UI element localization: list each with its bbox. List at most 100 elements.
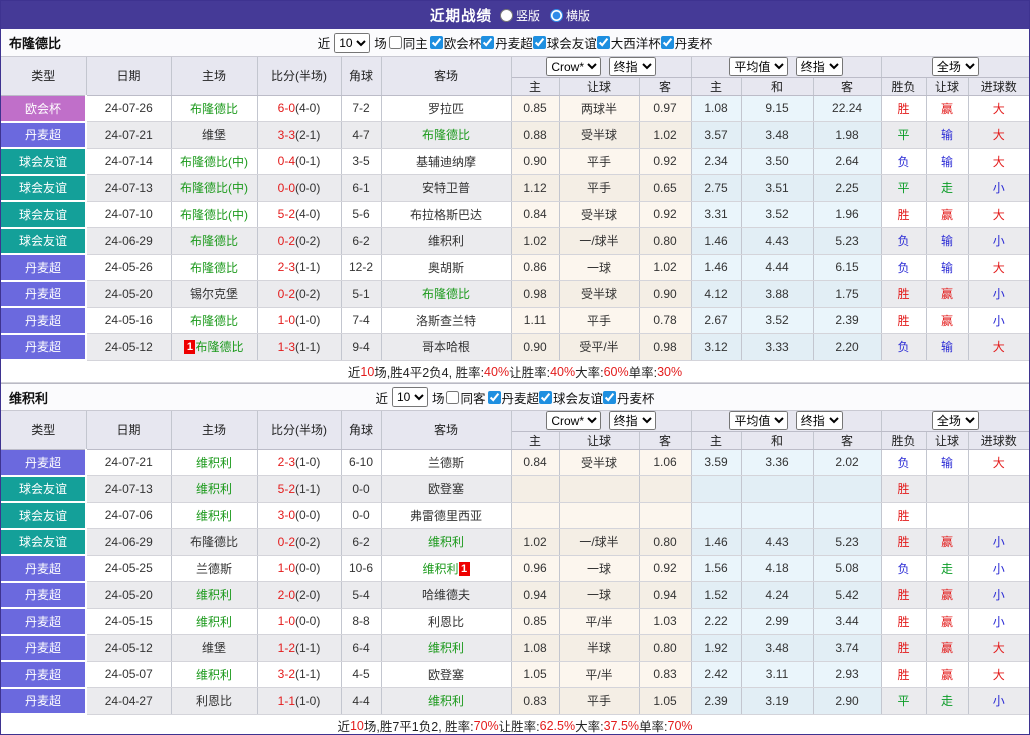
- avg-home-odds: 1.56: [691, 555, 742, 582]
- corner-score: 9-4: [341, 333, 382, 361]
- result-outcome: 胜: [881, 280, 927, 308]
- match-row: 丹麦超 24-05-26 布隆德比 2-3(1-1) 12-2 奥胡斯 0.86 一球 1.02…: [1, 254, 1029, 282]
- away-team: 弗雷德里西亚: [381, 502, 512, 529]
- match-date: 24-06-29: [86, 528, 172, 556]
- subheader-avg-draw: 和: [741, 77, 814, 96]
- recent-label: 近: [375, 391, 388, 406]
- result-goals: 小: [968, 227, 1029, 255]
- team-name-text: 基辅迪纳摩: [415, 154, 476, 169]
- handicap-line: 一球: [559, 555, 640, 582]
- match-date: 24-05-25: [86, 555, 172, 582]
- league-filter[interactable]: 欧会杯: [429, 33, 481, 52]
- team-name-text: 兰德斯: [427, 455, 464, 470]
- handicap-line: 受半球: [559, 449, 640, 476]
- vertical-layout-radio[interactable]: [499, 8, 513, 22]
- home-team: 锡尔克堡: [171, 280, 258, 308]
- handicap-home-odds: 1.02: [511, 528, 560, 556]
- result-goals: 大: [968, 661, 1029, 688]
- result-goals: 大: [968, 634, 1029, 662]
- layout-radio-horizontal: 横版: [550, 7, 590, 24]
- result-goals: 小: [968, 555, 1029, 582]
- match-date: 24-07-06: [86, 502, 172, 529]
- average-endindex-select[interactable]: 终指: [795, 57, 843, 76]
- handicap-company-select[interactable]: Crow*: [546, 57, 602, 76]
- avg-away-odds: 2.90: [813, 687, 882, 715]
- match-count-select[interactable]: 10: [334, 32, 371, 53]
- handicap-away-odds: [639, 475, 692, 503]
- away-team: 洛斯查兰特: [381, 307, 512, 334]
- league-filter[interactable]: 大西洋杯: [596, 33, 661, 52]
- same-venue-filter[interactable]: 同客: [446, 388, 486, 407]
- team-name-text: 利恩比: [427, 614, 464, 629]
- league-filter[interactable]: 丹麦超: [481, 33, 533, 52]
- halftime-score: (1-1): [295, 640, 321, 655]
- handicap-home-odds: 1.02: [511, 227, 560, 255]
- league-checkbox[interactable]: [660, 36, 674, 49]
- average-endindex-select[interactable]: 终指: [795, 411, 843, 430]
- fulltime-score: 1-1: [277, 693, 295, 708]
- league-filter[interactable]: 球会友谊: [539, 388, 603, 407]
- avg-home-odds: 1.52: [691, 581, 742, 609]
- league-filter[interactable]: 丹麦杯: [603, 388, 655, 407]
- handicap-line: 受半球: [559, 201, 640, 228]
- avg-draw-odds: 9.15: [741, 95, 814, 122]
- team-name-text: 维积利: [195, 588, 232, 603]
- col-header-corner: 角球: [341, 411, 382, 450]
- league-checkbox[interactable]: [603, 390, 617, 404]
- corner-score: 4-7: [341, 121, 382, 149]
- halftime-score: (0-0): [295, 180, 321, 195]
- league-filter[interactable]: 丹麦杯: [660, 33, 712, 52]
- average-select[interactable]: 平均值: [729, 57, 789, 76]
- avg-home-odds: 3.57: [691, 121, 742, 149]
- league-checkbox[interactable]: [487, 390, 501, 404]
- halftime-score: (0-2): [295, 286, 321, 301]
- league-filter[interactable]: 球会友谊: [532, 33, 597, 52]
- handicap-endindex-select[interactable]: 终指: [608, 57, 656, 76]
- handicap-away-odds: 1.05: [639, 687, 692, 715]
- result-handicap: 赢: [926, 608, 969, 635]
- match-score: 5-2(4-0): [257, 201, 342, 228]
- league-checkbox[interactable]: [429, 36, 443, 49]
- match-tbody: 欧会杯 24-07-26 布隆德比 6-0(4-0) 7-2 罗拉匹 0.85 两球半 0.97…: [1, 95, 1029, 361]
- handicap-home-odds: 1.05: [511, 661, 560, 688]
- home-team: 维积利: [171, 661, 258, 688]
- handicap-company-select[interactable]: Crow*: [546, 411, 602, 430]
- result-handicap: 赢: [926, 280, 969, 308]
- league-type-badge: 球会友谊: [1, 528, 87, 556]
- match-count-select[interactable]: 10: [391, 387, 428, 407]
- match-row: 丹麦超 24-05-25 兰德斯 1-0(0-0) 10-6 维积利 1 0.96 一球 0.92…: [1, 555, 1029, 583]
- match-score: 3-3(2-1): [257, 121, 342, 149]
- result-goals: [968, 502, 1029, 529]
- league-checkbox[interactable]: [481, 36, 495, 49]
- handicap-home-odds: [511, 502, 560, 529]
- league-checkbox[interactable]: [532, 36, 546, 49]
- match-date: 24-07-26: [86, 95, 172, 122]
- recent-label: 近: [317, 37, 331, 51]
- league-checkbox[interactable]: [596, 36, 610, 49]
- handicap-endindex-select[interactable]: 终指: [608, 411, 656, 430]
- match-score: 1-1(1-0): [257, 687, 342, 715]
- scope-select[interactable]: 全场: [931, 411, 979, 430]
- league-checkbox[interactable]: [539, 390, 553, 404]
- match-row: 丹麦超 24-05-20 锡尔克堡 0-2(0-2) 5-1 布隆德比 0.98 受半球 0.9…: [1, 280, 1029, 308]
- fulltime-score: 6-0: [277, 101, 295, 116]
- scope-select[interactable]: 全场: [931, 57, 979, 76]
- same-venue-checkbox[interactable]: [388, 36, 402, 49]
- home-team: 布隆德比(中): [171, 174, 258, 202]
- same-venue-checkbox[interactable]: [446, 390, 460, 404]
- result-goals: 小: [968, 174, 1029, 202]
- league-filter[interactable]: 丹麦超: [487, 388, 539, 407]
- horizontal-layout-radio[interactable]: [550, 8, 563, 22]
- same-venue-filter[interactable]: 同主: [388, 33, 428, 52]
- result-outcome: 胜: [881, 307, 927, 334]
- match-score: 2-0(2-0): [257, 581, 342, 609]
- handicap-select-group: Crow* 终指: [511, 411, 692, 432]
- average-select[interactable]: 平均值: [729, 411, 789, 430]
- result-handicap: 赢: [926, 307, 969, 334]
- match-date: 24-07-21: [86, 449, 172, 476]
- result-handicap: 赢: [926, 201, 969, 228]
- summary-segment: 单率:: [628, 366, 658, 380]
- col-header-date: 日期: [86, 57, 172, 96]
- filter-bar: 近 10 场 同主 欧会杯 丹麦超 球会友谊 大西洋杯 丹麦杯: [317, 32, 714, 53]
- match-row: 球会友谊 24-07-13 维积利 5-2(1-1) 0-0 欧登塞胜: [1, 475, 1029, 503]
